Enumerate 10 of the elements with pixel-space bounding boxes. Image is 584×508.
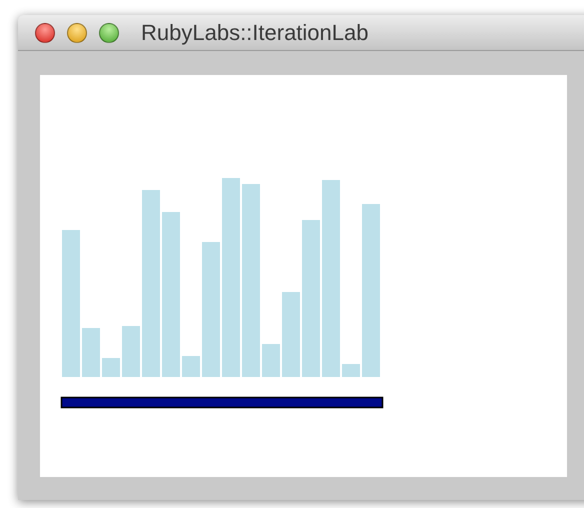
chart-bar [342, 364, 360, 377]
close-button[interactable] [35, 22, 55, 42]
zoom-button[interactable] [99, 22, 119, 42]
minimize-button[interactable] [67, 22, 87, 42]
chart-bar [102, 358, 120, 377]
chart-bar [82, 328, 100, 377]
chart-bar [122, 326, 140, 377]
chart-bar [182, 356, 200, 377]
chart-bar [262, 344, 280, 377]
window-title: RubyLabs::IterationLab [141, 20, 368, 46]
